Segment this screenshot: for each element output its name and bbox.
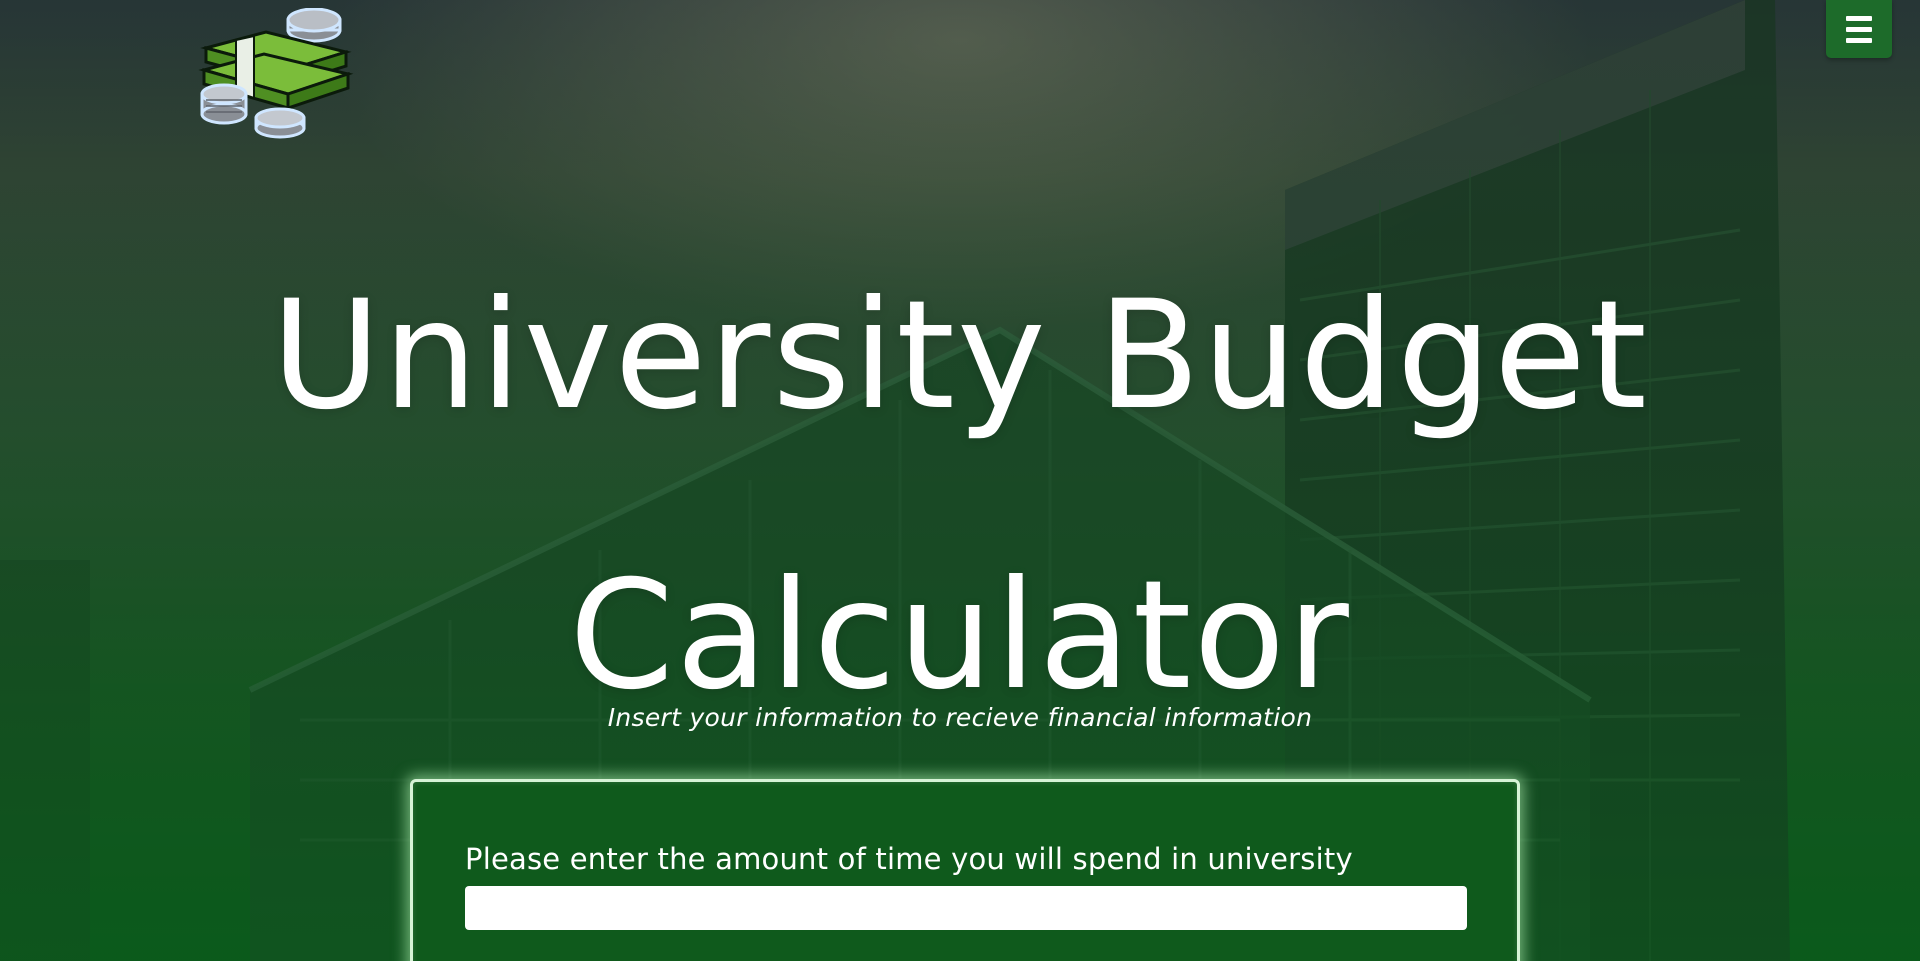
page-title-line-1: University Budget: [271, 269, 1649, 443]
page-subtitle: Insert your information to recieve finan…: [607, 703, 1313, 732]
calculator-form-card: Please enter the amount of time you will…: [410, 779, 1520, 961]
hamburger-menu-icon: [1846, 13, 1872, 46]
page: University Budget Calculator Insert your…: [0, 0, 1920, 961]
page-title: University Budget Calculator: [0, 216, 1920, 776]
menu-button[interactable]: [1826, 0, 1892, 58]
time-in-university-input[interactable]: [465, 886, 1467, 930]
money-stack-icon[interactable]: [196, 8, 372, 140]
time-in-university-label: Please enter the amount of time you will…: [465, 842, 1353, 876]
page-title-line-2: Calculator: [569, 549, 1351, 723]
